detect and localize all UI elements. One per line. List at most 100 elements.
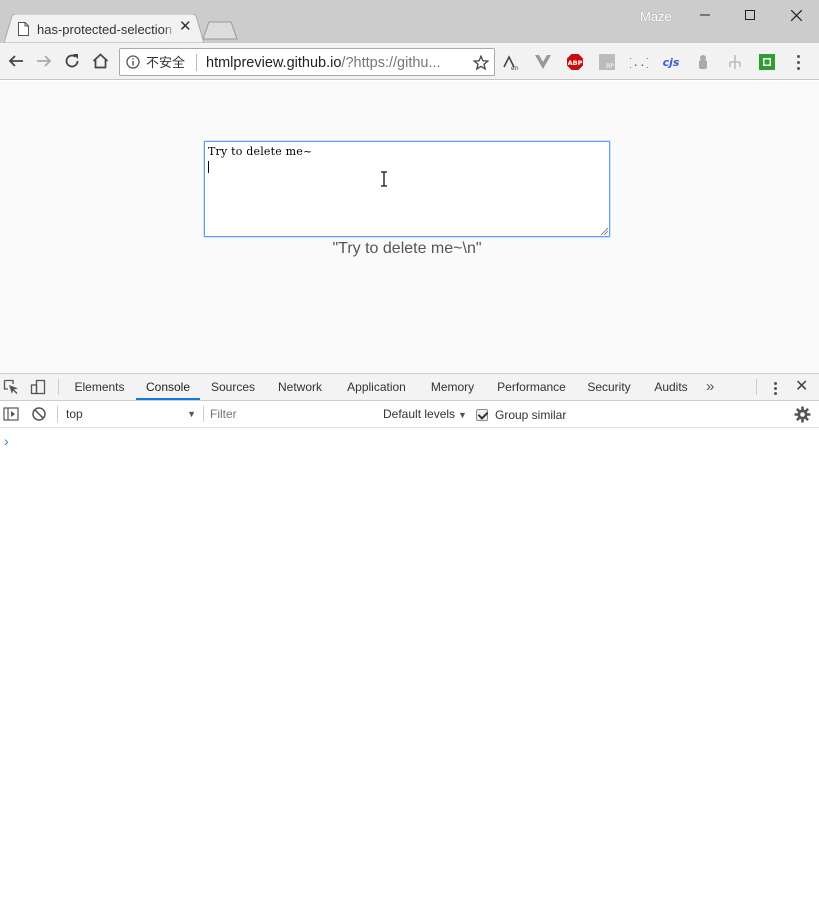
tab-performance[interactable]: Performance — [490, 374, 573, 400]
omnibox-divider — [196, 54, 197, 71]
tabbar-divider — [58, 379, 59, 395]
console-filter-input[interactable] — [210, 406, 370, 423]
maximize-icon — [745, 10, 755, 20]
browser-toolbar: 不安全 htmlpreview.github.io/?https://githu… — [0, 43, 819, 80]
close-window-icon — [790, 9, 802, 21]
tree-extension-icon — [729, 55, 741, 69]
profile-name[interactable]: Maze — [640, 9, 672, 24]
minimize-button[interactable] — [682, 0, 728, 30]
vue-devtools-extension[interactable] — [534, 53, 552, 71]
group-similar-checkbox[interactable] — [476, 408, 488, 421]
text-caret — [208, 161, 209, 173]
translate-icon: en — [503, 55, 519, 71]
tab-security[interactable]: Security — [579, 374, 639, 400]
tab-close-icon[interactable]: ✕ — [179, 19, 192, 34]
tab-console[interactable]: Console — [136, 374, 200, 400]
console-input[interactable] — [20, 432, 810, 450]
tab-sources[interactable]: Sources — [203, 374, 263, 400]
console-toolbar: top ▼ Default levels▼ Group similar — [0, 401, 819, 428]
adblock-plus-extension[interactable]: ABP — [566, 53, 584, 71]
tab-network[interactable]: Network — [269, 374, 331, 400]
tab-elements[interactable]: Elements — [64, 374, 135, 400]
text-cursor-icon — [381, 171, 387, 187]
clear-console-icon — [32, 407, 46, 421]
page-icon — [18, 22, 29, 36]
reload-icon — [65, 54, 79, 68]
group-similar-label: Group similar — [495, 407, 567, 422]
home-icon — [92, 53, 108, 69]
show-sidebar-button[interactable] — [2, 405, 20, 423]
tab-application[interactable]: Application — [337, 374, 416, 400]
url-path: /?https://githu... — [341, 55, 441, 71]
url-text[interactable]: htmlpreview.github.io/?https://githu... — [206, 55, 464, 71]
browser-menu-button[interactable] — [790, 52, 806, 72]
json-viewer-icon: {..} — [630, 56, 648, 69]
back-arrow-icon — [8, 55, 23, 67]
tab-audits[interactable]: Audits — [645, 374, 697, 400]
protected-textarea[interactable]: Try to delete me~ — [204, 141, 610, 237]
reload-button[interactable] — [62, 51, 82, 71]
cjs-extension[interactable]: cjs — [662, 53, 680, 71]
console-prompt-icon: › — [4, 433, 9, 449]
clear-console-button[interactable] — [30, 405, 48, 423]
log-levels-dropdown[interactable]: Default levels ▼ — [383, 406, 467, 424]
new-tab-button[interactable] — [201, 21, 239, 40]
console-toolbar-divider-2 — [203, 406, 204, 422]
context-value: top — [66, 407, 83, 421]
tabbar-divider-right — [756, 379, 757, 395]
log-levels-label: Default levels — [383, 407, 456, 421]
textarea-text: Try to delete me~ — [208, 145, 313, 158]
svg-text:en: en — [511, 65, 519, 71]
console-settings-gear-icon[interactable] — [794, 406, 811, 423]
maximize-button[interactable] — [727, 0, 773, 30]
devtools-panel: Elements Console Sources Network Applica… — [0, 373, 819, 898]
console-toolbar-divider — [57, 406, 58, 422]
output-text: "Try to delete me~\n" — [332, 240, 482, 257]
svg-text:cjs: cjs — [663, 56, 680, 69]
tab-memory[interactable]: Memory — [421, 374, 484, 400]
browser-tab[interactable]: has-protected-selection ✕ — [4, 14, 204, 43]
page-content: Try to delete me~ "Try to delete me~\n" — [0, 81, 819, 373]
address-bar[interactable]: 不安全 htmlpreview.github.io/?https://githu… — [119, 48, 495, 76]
security-label[interactable]: 不安全 — [146, 55, 185, 70]
title-bar: has-protected-selection ✕ Maze — [0, 0, 819, 43]
tree-extension[interactable] — [726, 53, 744, 71]
device-mode-icon — [30, 379, 46, 395]
console-output: › — [0, 429, 819, 899]
forward-arrow-icon — [37, 55, 52, 67]
green-square-extension[interactable] — [758, 53, 776, 71]
bookmark-star-icon[interactable] — [473, 55, 489, 71]
inspect-element-button[interactable] — [2, 378, 20, 396]
svg-text:ABP: ABP — [568, 59, 583, 67]
devtools-close-icon[interactable]: ✕ — [795, 378, 808, 396]
group-similar-toggle[interactable]: Group similar — [476, 406, 566, 423]
svg-text:{..}: {..} — [630, 56, 648, 69]
tab-title: has-protected-selection — [37, 22, 177, 37]
resize-grip-icon[interactable] — [600, 227, 608, 235]
minimize-icon — [700, 14, 710, 16]
url-host: htmlpreview.github.io — [206, 55, 342, 71]
device-toolbar-button[interactable] — [29, 378, 47, 396]
devtools-tab-bar: Elements Console Sources Network Applica… — [0, 374, 819, 401]
inspect-element-icon — [3, 379, 18, 394]
translate-extension[interactable]: en — [502, 53, 520, 71]
more-tabs-icon[interactable]: » — [706, 378, 714, 396]
vue-devtools-icon — [535, 55, 551, 69]
dropdown-arrow-icon: ▼ — [187, 409, 196, 419]
back-button[interactable] — [6, 51, 26, 71]
context-selector[interactable]: top ▼ — [66, 406, 198, 423]
rp-extension[interactable]: RP — [598, 53, 616, 71]
dropdown-arrow-icon: ▼ — [458, 410, 467, 420]
svg-text:RP: RP — [606, 63, 614, 70]
puzzle-extension[interactable] — [694, 53, 712, 71]
sidebar-toggle-icon — [3, 407, 19, 421]
json-viewer-extension[interactable]: {..} — [630, 53, 648, 71]
forward-button[interactable] — [34, 51, 54, 71]
cjs-icon: cjs — [663, 56, 680, 69]
info-icon[interactable] — [126, 55, 140, 69]
rp-icon: RP — [599, 54, 615, 70]
puzzle-extension-icon — [699, 55, 707, 69]
close-window-button[interactable] — [773, 0, 819, 30]
devtools-menu-button[interactable] — [768, 380, 782, 396]
home-button[interactable] — [90, 51, 110, 71]
